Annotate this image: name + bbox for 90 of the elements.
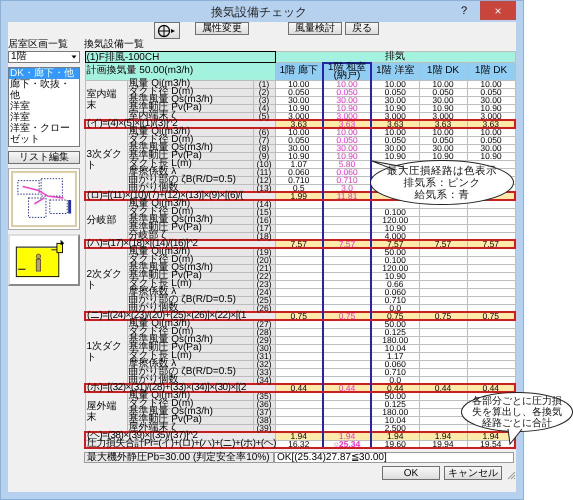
table-cell: 0.75 [275,312,323,320]
panel-title: 居室区画一覧 [8,39,69,50]
table-cell: 0.75 [371,312,419,320]
formula-label: (ロ)=[(11)×(10)/(7)+(12)×(13)]×(9)×[(6)/( [85,192,275,200]
section-label: 分岐部 [85,200,127,240]
table-cell: 7.57 [371,240,419,248]
dialog-button[interactable]: OK [382,466,440,480]
table-cell: 0.44 [419,384,467,392]
panel-title: 換気設備一覧 [84,39,144,50]
parameter-label: 基準動圧 Pv(Pa) [127,224,253,232]
parameter-label: 基準風量 Qs(m3/h) [127,144,253,152]
close-button[interactable]: × [480,1,516,20]
room-list-item[interactable]: 廊下・吹抜・他 [9,79,79,101]
formula-label: (ニ)=[(24)×(23)/(20)+(25)×(26)]×(22)×[(1 [85,312,275,320]
table-cell: 0.44 [323,384,371,392]
table-cell: 3.63 [323,120,371,128]
column-header: 1階 DK [419,62,467,80]
column-header: 1階 和室(納戸) [323,62,371,80]
section-label: 3次ダクト [85,128,127,192]
column-header: 1階 DK [467,62,516,80]
formula-label: (ヘ)=(38)×(39)×[(35)/(37)]^2 [85,432,275,440]
parameter-label: 基準動圧 Pv(Pa) [127,416,253,424]
table-cell: 0.44 [371,384,419,392]
parameter-label: 基準動圧 Pv(Pa) [127,152,253,160]
parameter-label: 風量 Qi(m3/h) [127,392,253,400]
table-cell: 0.75 [419,312,467,320]
table-cell: 3.63 [419,120,467,128]
resize-grip-icon[interactable] [506,470,516,480]
parameter-label: 曲がり部の ζB(R/D=0.5) [127,368,253,376]
column-header: 1階 洋室 [371,62,419,80]
table-cell: 1.94 [275,432,323,440]
formula-label: (ハ)=(17)×(18)×[(14)/(16)]^2 [85,240,275,248]
table-cell: 7.57 [323,240,371,248]
system-header: 排気 [275,52,516,62]
table-cell: 11.81 [323,192,371,200]
parameter-label: 基準動圧 Pv(Pa) [127,344,253,352]
table-cell: 3.63 [275,120,323,128]
floor-plan-drawing [8,168,80,230]
fan-button[interactable] [154,22,180,39]
result-label: 最大機外静圧Pb=30.00 (判定安全率10%) [84,452,274,463]
formula-label: (ホ)=[(32)×(31)/(28)+(33)×(34)]×(30)×[(2 [85,384,275,392]
table-cell: 1.94 [419,432,467,440]
table-cell: 3.63 [467,120,516,128]
table-cell: 0.75 [323,312,371,320]
window-title: 換気設備チェック [210,4,308,20]
result-value: OK[(25.34)27.87≦30.00] [274,452,514,463]
total-label: 圧力損失合計Pr=(イ)+(ロ)+(ハ)+(ニ)+(ホ)+(ヘ) [85,440,275,448]
parameter-label: 基準動圧 Pv(Pa) [127,104,253,112]
section-label: 1次ダクト [85,320,127,384]
parameter-label: 風量 Qi(m3/h) [127,320,253,328]
dialog-button[interactable]: キャンセル [444,466,502,480]
table-cell: 0.75 [467,312,516,320]
parameter-label: 摩擦係数 λ [127,168,253,176]
list-edit-button[interactable]: リスト編集 [8,151,80,164]
table-cell: 7.57 [467,240,516,248]
parameter-label: 風量 Qi(m3/h) [127,200,253,208]
table-cell: 7.57 [419,240,467,248]
floor-dropdown[interactable]: 1階 [8,51,80,63]
toolbar-button[interactable]: 風量検討 [288,22,342,35]
formula-label: (イ)=(4)×(5)×[(1)/(3)]^2 [85,120,275,128]
section-label: 2次ダクト [85,248,127,312]
section-label: 屋外端末 [85,392,127,432]
parameter-label: 曲がり部の ζB(R/D=0.5) [127,296,253,304]
table-cell: 0.44 [275,384,323,392]
parameter-label: 基準風量 Qs(m3/h) [127,264,253,272]
toolbar-button[interactable]: 戻る [345,22,379,35]
parameter-label: 基準風量 Qs(m3/h) [127,408,253,416]
room-list-item[interactable]: 洋室 [9,101,79,112]
parameter-label: 摩擦係数 λ [127,288,253,296]
table-cell: 1.99 [275,192,323,200]
table-cell: 1.94 [323,432,371,440]
room-drawing [8,234,80,286]
parameter-label: 基準風量 Qs(m3/h) [127,96,253,104]
unit-label: (1)F排風-100CH [85,52,275,62]
parameter-label: 風量 Qi(m3/h) [127,248,253,256]
parameter-label: 基準風量 Qs(m3/h) [127,336,253,344]
help-button[interactable]: ? [454,3,474,20]
table-cell: 3.63 [371,120,419,128]
section-label: 室内端末 [85,80,127,120]
room-list-item[interactable]: 洋室 [9,112,79,123]
table-cell: 1.94 [371,432,419,440]
room-list-item[interactable]: 洋室・クローゼット [9,123,79,145]
parameter-label: 曲がり部の ζB(R/D=0.5) [127,176,253,184]
parameter-label: 基準動圧 Pv(Pa) [127,272,253,280]
toolbar-button[interactable]: 属性変更 [195,22,249,35]
parameter-label: 摩擦係数 λ [127,360,253,368]
table-cell: 7.57 [275,240,323,248]
column-header: 1階 廊下 [275,62,323,80]
parameter-label: 基準風量 Qs(m3/h) [127,216,253,224]
table-cell: 0.44 [467,384,516,392]
